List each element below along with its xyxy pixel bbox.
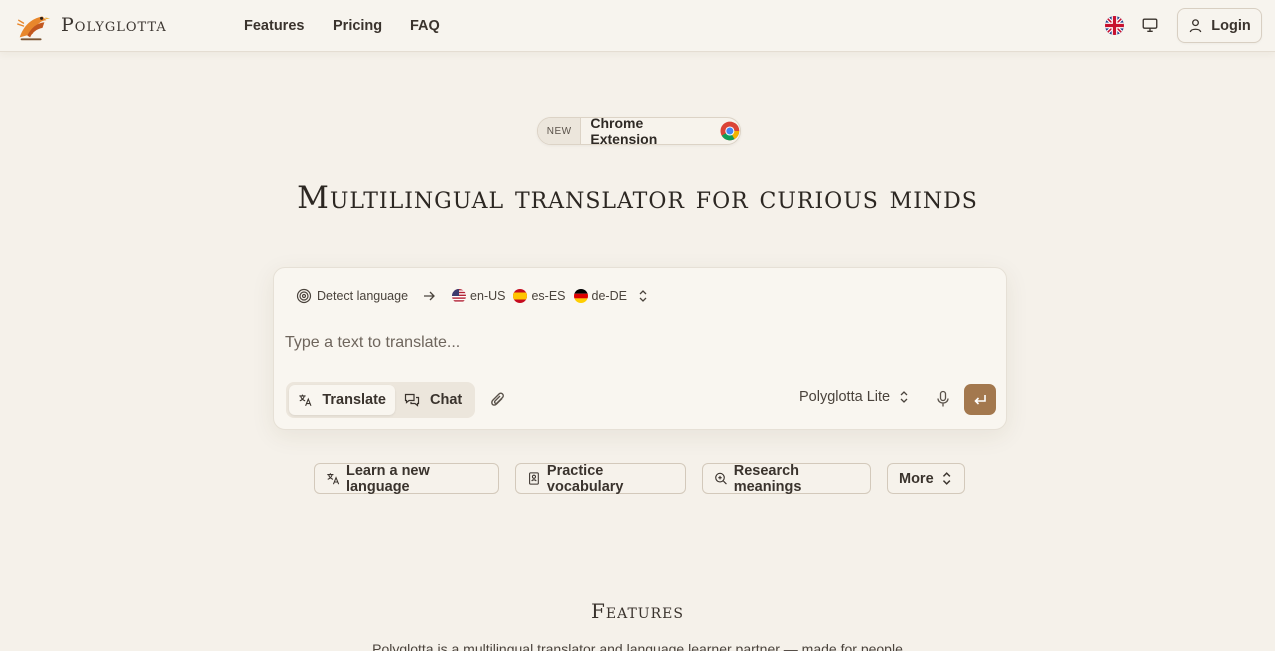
enter-icon <box>974 394 986 405</box>
uk-flag-icon[interactable] <box>1105 16 1124 35</box>
target-lang-en[interactable]: en-US <box>470 289 505 303</box>
de-flag-icon <box>573 289 588 303</box>
translate-mode-label: Translate <box>322 392 386 408</box>
chevron-updown-icon[interactable] <box>637 289 649 303</box>
chat-mode-button[interactable]: Chat <box>395 385 471 415</box>
chrome-icon <box>720 121 740 141</box>
send-button[interactable] <box>964 384 996 415</box>
chat-mode-label: Chat <box>430 392 463 408</box>
model-select[interactable]: Polyglotta Lite <box>799 389 910 405</box>
features-heading: Features <box>591 599 684 623</box>
translate-icon <box>327 473 340 485</box>
us-flag-icon <box>452 289 467 303</box>
source-language[interactable]: Detect language <box>317 289 408 303</box>
login-button[interactable]: Login <box>1177 8 1262 43</box>
language-selector[interactable]: Detect language en-US es-ES de-DE <box>296 288 649 304</box>
research-meanings-button[interactable]: Research meanings <box>702 462 871 495</box>
brand-name[interactable]: Polyglotta <box>61 14 167 36</box>
nav-features[interactable]: Features <box>244 18 304 34</box>
features-description: Polyglotta is a multilingual translator … <box>372 641 903 651</box>
monitor-icon[interactable] <box>1141 16 1160 35</box>
practice-vocabulary-label: Practice vocabulary <box>546 462 624 495</box>
translate-mode-button[interactable]: Translate <box>289 385 395 415</box>
chat-icon <box>404 393 420 407</box>
chevron-updown-icon <box>942 472 951 485</box>
learn-language-button[interactable]: Learn a new language <box>314 462 499 495</box>
hero-title: Multilingual translator for curious mind… <box>297 180 978 216</box>
arrow-right-icon <box>424 291 435 301</box>
target-lang-es[interactable]: es-ES <box>531 289 565 303</box>
research-meanings-label: Research meanings <box>733 462 802 495</box>
target-lang-de[interactable]: de-DE <box>592 289 627 303</box>
search-icon <box>715 472 727 485</box>
top-header: Polyglotta Features Pricing FAQ Login <box>0 0 1275 52</box>
microphone-icon[interactable] <box>935 390 951 408</box>
translate-icon <box>299 394 312 407</box>
notebook-icon <box>529 472 539 485</box>
new-tag: NEW <box>538 118 582 144</box>
translator-card: Detect language en-US es-ES de-DE Type a… <box>273 267 1007 430</box>
paperclip-icon[interactable] <box>489 391 507 409</box>
learn-language-label: Learn a new language <box>345 462 430 495</box>
translate-input[interactable] <box>285 330 985 356</box>
practice-vocabulary-button[interactable]: Practice vocabulary <box>515 462 686 495</box>
bird-logo-icon[interactable] <box>14 7 52 45</box>
model-label: Polyglotta Lite <box>799 389 891 405</box>
badge-label: Chrome Extension <box>590 117 658 145</box>
nav-pricing[interactable]: Pricing <box>333 18 382 34</box>
user-icon <box>1189 19 1202 33</box>
es-flag-icon <box>513 289 528 303</box>
mode-toggle: Translate Chat <box>286 382 475 418</box>
detect-icon <box>296 288 312 304</box>
chevron-updown-icon <box>900 391 908 403</box>
login-label: Login <box>1211 17 1251 34</box>
chrome-extension-badge[interactable]: NEW Chrome Extension <box>537 117 741 145</box>
more-label: More <box>899 470 934 487</box>
more-button[interactable]: More <box>887 463 965 494</box>
nav-faq[interactable]: FAQ <box>410 18 440 34</box>
